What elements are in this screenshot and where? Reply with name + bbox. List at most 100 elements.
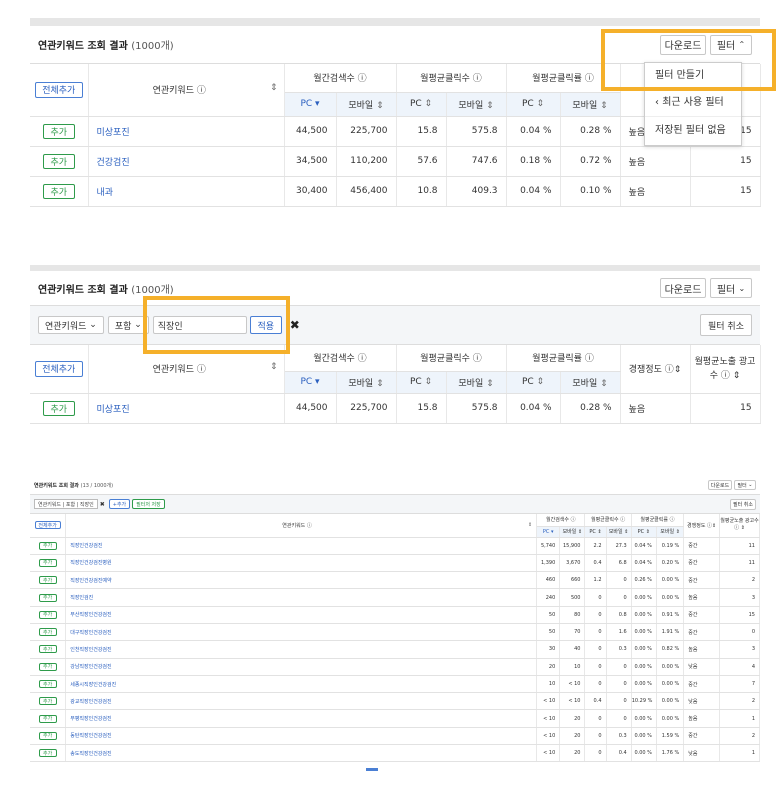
help-icon[interactable]: ⓘ bbox=[721, 371, 730, 381]
cancel-filter-button[interactable]: 필터 취소 bbox=[700, 314, 752, 336]
col-competition[interactable]: 경쟁정도 ⓘ⇕ bbox=[683, 514, 720, 538]
filter-button[interactable]: 필터 ⌄ bbox=[734, 480, 756, 490]
help-icon[interactable]: ⓘ bbox=[665, 365, 674, 375]
scrollbar-thumb[interactable] bbox=[366, 768, 378, 771]
keyword-link[interactable]: 대구직장인건강검진 bbox=[65, 623, 538, 642]
filter-button[interactable]: 필터 ⌄ bbox=[710, 278, 752, 298]
sort-pc-ctr[interactable]: PC ⇕ bbox=[506, 371, 561, 394]
sort-mobile-search[interactable]: 모바일 ⇕ bbox=[559, 526, 586, 538]
add-keyword-button[interactable]: 추가 bbox=[38, 593, 57, 602]
add-keyword-button[interactable]: 추가 bbox=[38, 697, 57, 706]
col-ads[interactable]: 월평균노출 광고수 ⓘ ⇕ bbox=[690, 345, 761, 394]
help-icon[interactable]: ⓘ bbox=[571, 517, 576, 523]
menu-item-recent-filter[interactable]: ‹ 최근 사용 필터 bbox=[645, 89, 741, 117]
sort-pc-click[interactable]: PC ⇕ bbox=[584, 526, 607, 538]
keyword-link[interactable]: 직장인건강검진 bbox=[65, 537, 538, 555]
keyword-link[interactable]: 건강검진 bbox=[88, 146, 285, 177]
keyword-link[interactable]: 미상포진 bbox=[88, 393, 285, 424]
help-icon[interactable]: ⓘ bbox=[620, 517, 625, 523]
keyword-link[interactable]: 직장인건강검진병원 bbox=[65, 554, 538, 573]
add-keyword-button[interactable]: 추가 bbox=[42, 123, 75, 139]
add-all-button[interactable]: 전체추가 bbox=[34, 81, 83, 98]
col-keyword[interactable]: 연관키워드 ⓘ ⇕ bbox=[88, 64, 285, 117]
help-icon[interactable]: ⓘ bbox=[670, 517, 675, 523]
filter-field-select[interactable]: 연관키워드 ⌄ bbox=[38, 316, 104, 334]
col-keyword[interactable]: 연관키워드 ⓘ ⇕ bbox=[65, 514, 538, 538]
download-button[interactable]: 다운로드 bbox=[660, 278, 706, 298]
col-competition[interactable]: 경쟁정도 ⓘ⇕ bbox=[620, 345, 691, 394]
keyword-link[interactable]: 직장인검진 bbox=[65, 588, 538, 607]
sort-pc-ctr[interactable]: PC ⇕ bbox=[506, 92, 561, 117]
sort-mobile-ctr[interactable]: 모바일 ⇕ bbox=[560, 92, 621, 117]
help-icon[interactable]: ⓘ bbox=[734, 525, 739, 531]
add-all-button[interactable]: 전체추가 bbox=[34, 360, 83, 377]
help-icon[interactable]: ⓘ bbox=[707, 523, 712, 529]
add-keyword-button[interactable]: 추가 bbox=[42, 400, 75, 416]
sort-pc-ctr[interactable]: PC ⇕ bbox=[631, 526, 657, 538]
keyword-link[interactable]: 동탄직장인건강검진 bbox=[65, 727, 538, 746]
add-all-button[interactable]: 전체추가 bbox=[34, 521, 61, 530]
sort-pc-search[interactable]: PC ▾ bbox=[536, 526, 561, 538]
cancel-filter-button[interactable]: 필터 취소 bbox=[730, 498, 756, 510]
add-keyword-button[interactable]: 추가 bbox=[38, 662, 57, 671]
help-icon[interactable]: ⓘ bbox=[473, 74, 482, 84]
menu-item-create-filter[interactable]: 필터 만들기 bbox=[645, 63, 741, 89]
save-filter-button[interactable]: 필터저 저장 bbox=[132, 499, 165, 509]
add-keyword-button[interactable]: 추가 bbox=[38, 714, 57, 723]
add-keyword-button[interactable]: 추가 bbox=[42, 153, 75, 169]
add-keyword-button[interactable]: 추가 bbox=[38, 680, 57, 689]
sort-mobile-click[interactable]: 모바일 ⇕ bbox=[446, 371, 507, 394]
add-filter-button[interactable]: +추가 bbox=[108, 499, 131, 509]
filter-button[interactable]: 필터 ⌃ bbox=[710, 34, 752, 55]
keyword-link[interactable]: 광교직장인건강검진 bbox=[65, 692, 538, 711]
keyword-link[interactable]: 송도직장인건강검진 bbox=[65, 744, 538, 763]
sort-icon[interactable]: ⇕ bbox=[270, 362, 278, 372]
sort-mobile-click[interactable]: 모바일 ⇕ bbox=[606, 526, 632, 538]
sort-mobile-ctr[interactable]: 모바일 ⇕ bbox=[656, 526, 685, 538]
help-icon[interactable]: ⓘ bbox=[358, 354, 367, 364]
download-button[interactable]: 다운로드 bbox=[660, 34, 706, 55]
add-keyword-button[interactable]: 추가 bbox=[38, 610, 57, 619]
sort-icon[interactable]: ⇕ bbox=[270, 83, 278, 93]
help-icon[interactable]: ⓘ bbox=[307, 523, 312, 529]
help-icon[interactable]: ⓘ bbox=[585, 74, 594, 84]
sort-mobile-search[interactable]: 모바일 ⇕ bbox=[336, 371, 397, 394]
sort-pc-search[interactable]: PC ▾ bbox=[284, 92, 337, 117]
help-icon[interactable]: ⓘ bbox=[585, 354, 594, 364]
keyword-link[interactable]: 부평직장인건강검진 bbox=[65, 709, 538, 728]
sort-mobile-click[interactable]: 모바일 ⇕ bbox=[446, 92, 507, 117]
add-keyword-button[interactable]: 추가 bbox=[38, 541, 57, 550]
sort-mobile-search[interactable]: 모바일 ⇕ bbox=[336, 92, 397, 117]
apply-filter-button[interactable]: 적용 bbox=[249, 316, 282, 334]
keyword-link[interactable]: 강남직장인건강검진 bbox=[65, 658, 538, 676]
sort-pc-click[interactable]: PC ⇕ bbox=[396, 92, 447, 117]
filter-value-input[interactable]: 직장인 bbox=[152, 316, 247, 334]
keyword-link[interactable]: 내과 bbox=[88, 176, 285, 207]
help-icon[interactable]: ⓘ bbox=[197, 365, 206, 375]
help-icon[interactable]: ⓘ bbox=[197, 86, 206, 96]
sort-icon[interactable]: ⇕ bbox=[528, 522, 532, 528]
add-keyword-button[interactable]: 추가 bbox=[38, 576, 57, 585]
help-icon[interactable]: ⓘ bbox=[358, 74, 367, 84]
add-keyword-button[interactable]: 추가 bbox=[38, 731, 57, 740]
col-ads[interactable]: 월평균노출 광고수 ⓘ ⇕ bbox=[719, 514, 760, 538]
keyword-link[interactable]: 인천직장인건강검진 bbox=[65, 640, 538, 659]
keyword-link[interactable]: 세종시직장인건강검진 bbox=[65, 675, 538, 694]
close-icon[interactable]: ✖ bbox=[290, 318, 300, 332]
close-icon[interactable]: ✖ bbox=[100, 501, 105, 508]
add-keyword-button[interactable]: 추가 bbox=[38, 749, 57, 758]
col-keyword[interactable]: 연관키워드 ⓘ ⇕ bbox=[88, 345, 285, 394]
keyword-link[interactable]: 미상포진 bbox=[88, 116, 285, 147]
filter-tag[interactable]: 연관키워드 | 포함 | 직장인 bbox=[34, 499, 98, 509]
add-keyword-button[interactable]: 추가 bbox=[38, 558, 57, 567]
help-icon[interactable]: ⓘ bbox=[473, 354, 482, 364]
keyword-link[interactable]: 부산직장인건강검진 bbox=[65, 606, 538, 624]
add-keyword-button[interactable]: 추가 bbox=[42, 183, 75, 199]
keyword-link[interactable]: 직장인건강검진예약 bbox=[65, 571, 538, 590]
filter-op-select[interactable]: 포함 ⌄ bbox=[107, 316, 149, 334]
add-keyword-button[interactable]: 추가 bbox=[38, 645, 57, 654]
sort-mobile-ctr[interactable]: 모바일 ⇕ bbox=[560, 371, 621, 394]
download-button[interactable]: 다운로드 bbox=[708, 480, 732, 490]
sort-pc-click[interactable]: PC ⇕ bbox=[396, 371, 447, 394]
sort-pc-search[interactable]: PC ▾ bbox=[284, 371, 337, 394]
